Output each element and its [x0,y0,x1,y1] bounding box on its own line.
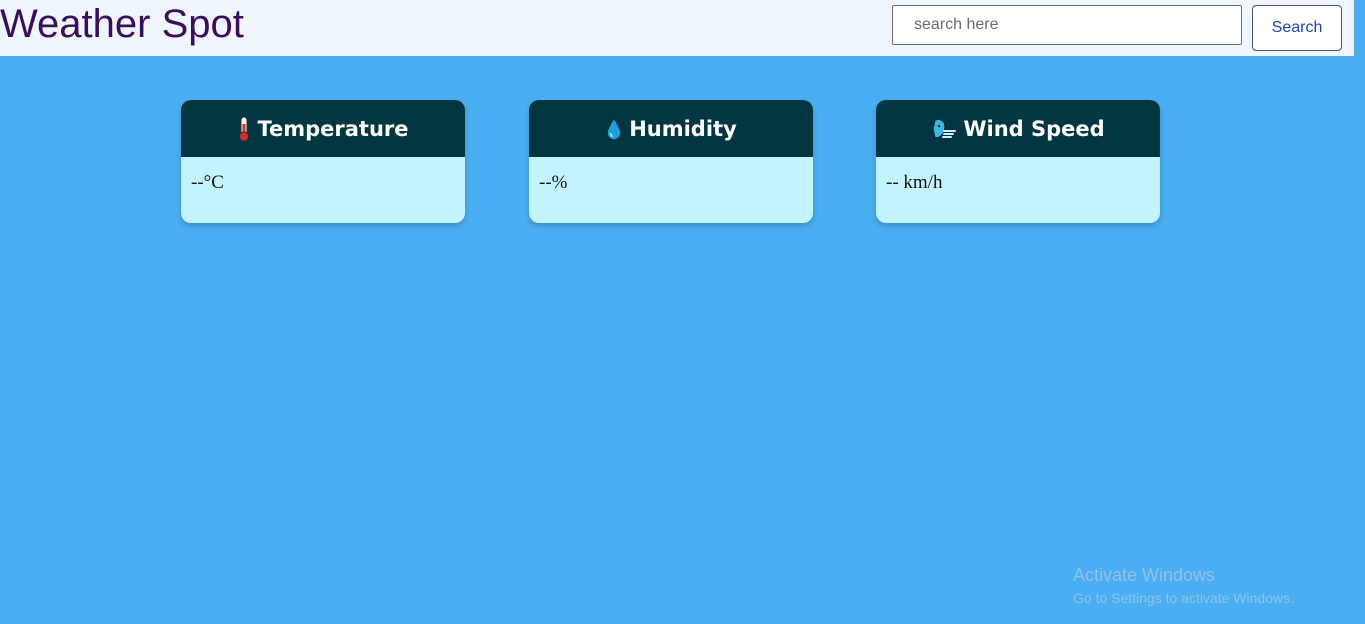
search-button[interactable]: Search [1252,5,1342,51]
temperature-value: --°C [191,172,224,193]
card-title: Wind Speed [963,116,1105,141]
humidity-value: --% [539,172,568,193]
app-title: Weather Spot [0,2,244,46]
card-header: Temperature [181,100,465,157]
thermometer-icon [237,116,251,142]
card-header: Humidity [529,100,813,157]
watermark-subtitle: Go to Settings to activate Windows. [1073,590,1294,606]
wind-speed-value: -- km/h [886,172,943,193]
activate-windows-watermark: Activate Windows Go to Settings to activ… [1073,564,1294,608]
watermark-title: Activate Windows [1073,565,1216,585]
card-header: Wind Speed [876,100,1160,157]
wind-speed-card: Wind Speed -- km/h [876,100,1160,223]
droplet-icon [605,116,623,142]
humidity-card: Humidity --% [529,100,813,223]
search-input[interactable] [892,5,1242,45]
wind-face-icon [931,117,957,141]
card-title: Temperature [257,116,409,141]
card-title: Humidity [629,116,737,141]
navbar: Weather Spot Search [0,0,1354,56]
temperature-card: Temperature --°C [181,100,465,223]
